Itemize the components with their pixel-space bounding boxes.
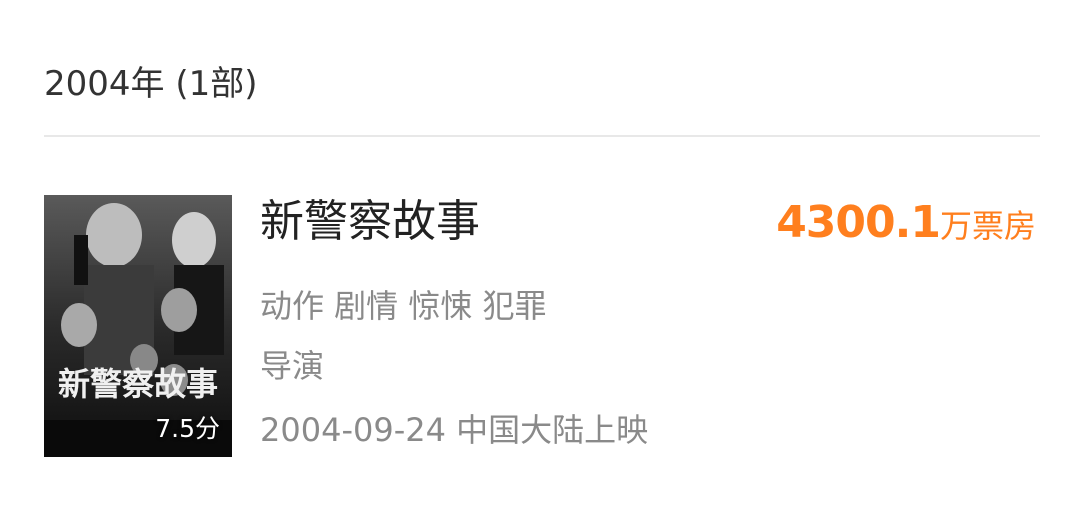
movie-poster[interactable]: 新警察故事 7.5分 (44, 195, 232, 457)
poster-title-text: 新警察故事 (58, 365, 218, 403)
box-office: 4300.1万票房 (776, 197, 1036, 248)
movie-genres: 动作 剧情 惊悚 犯罪 (260, 287, 547, 325)
box-office-amount: 4300.1 (776, 197, 941, 248)
movie-release-date: 2004-09-24 中国大陆上映 (260, 411, 649, 449)
movie-title[interactable]: 新警察故事 (260, 195, 480, 249)
box-office-unit: 万票房 (939, 207, 1036, 245)
movie-list-item[interactable]: 新警察故事 7.5分 新警察故事 4300.1万票房 动作 剧情 惊悚 犯罪 导… (0, 137, 1080, 529)
movie-director: 导演 (260, 347, 325, 385)
rating-badge: 7.5分 (155, 414, 220, 443)
year-section-header: 2004年 (1部) (44, 64, 258, 104)
